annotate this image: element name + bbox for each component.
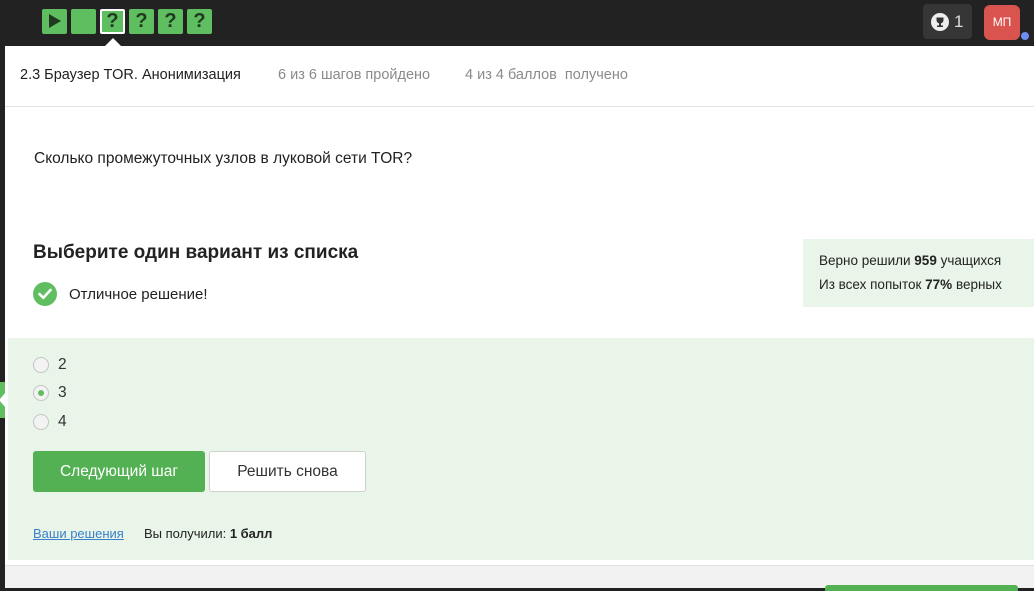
play-icon	[49, 14, 61, 28]
lesson-panel: 2.3 Браузер TOR. Анонимизация 6 из 6 шаг…	[5, 46, 1034, 591]
question-text: Сколько промежуточных узлов в луковой се…	[34, 150, 413, 167]
chevron-left-icon	[0, 392, 6, 408]
stats-solved: Верно решили 959 учащихся	[819, 253, 1002, 268]
stats-attempts: Из всех попыток 77% верных	[819, 277, 1002, 292]
option-label[interactable]: 4	[58, 413, 67, 431]
step-quiz[interactable]: ?	[129, 9, 154, 34]
option-label[interactable]: 2	[58, 356, 67, 374]
trophy-count: 1	[954, 12, 964, 31]
footer	[5, 565, 1034, 591]
lesson-header: 2.3 Браузер TOR. Анонимизация 6 из 6 шаг…	[5, 46, 1034, 107]
top-bar: ? ? ? ? 1 МП	[0, 0, 1034, 46]
trophy-icon	[931, 13, 949, 31]
feedback-text: Отличное решение!	[69, 286, 208, 303]
avatar[interactable]: МП	[984, 5, 1020, 40]
step-video-icon[interactable]	[42, 9, 67, 34]
check-icon	[33, 282, 57, 306]
solve-again-button[interactable]: Решить снова	[209, 451, 366, 492]
stats-box: Верно решили 959 учащихся Из всех попыто…	[803, 239, 1034, 307]
next-step-button[interactable]: Следующий шаг	[33, 451, 205, 492]
choose-title: Выберите один вариант из списка	[33, 242, 359, 263]
step-quiz[interactable]: ?	[158, 9, 183, 34]
achievements-button[interactable]: 1	[923, 4, 972, 39]
footer-next-button[interactable]	[825, 585, 1018, 591]
radio-button-selected[interactable]	[33, 385, 49, 401]
points-progress: 4 из 4 баллов получено	[465, 67, 628, 83]
your-solutions-link[interactable]: Ваши решения	[33, 526, 124, 541]
radio-button[interactable]	[33, 414, 49, 430]
lesson-title[interactable]: 2.3 Браузер TOR. Анонимизация	[20, 67, 241, 83]
radio-button[interactable]	[33, 357, 49, 373]
step-quiz[interactable]: ?	[187, 9, 212, 34]
step-text[interactable]	[71, 9, 96, 34]
current-step-caret	[105, 38, 121, 46]
notification-dot	[1021, 32, 1029, 40]
step-quiz-current[interactable]: ?	[100, 9, 125, 34]
option-label[interactable]: 3	[58, 384, 67, 402]
result-text: Вы получили: 1 балл	[144, 526, 273, 541]
steps-progress: 6 из 6 шагов пройдено	[278, 67, 431, 83]
answer-area: 2 3 4 Следующий шаг Решить снова Ваши ре…	[8, 338, 1034, 560]
